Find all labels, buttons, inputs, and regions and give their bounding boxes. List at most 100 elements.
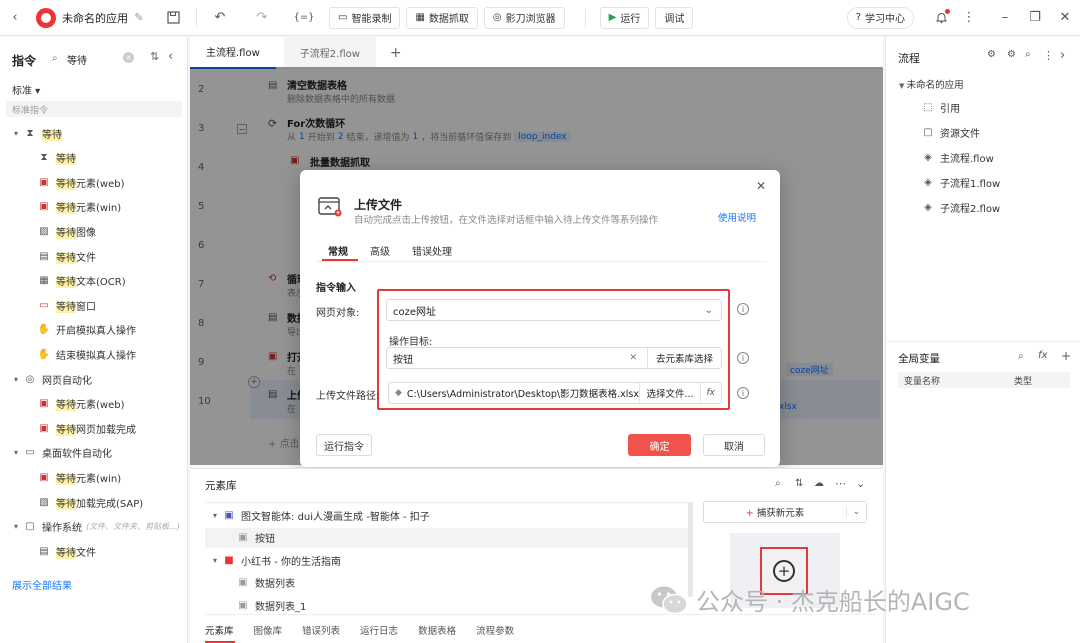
run-command-button[interactable]: 运行指令 xyxy=(316,434,372,456)
close-dialog-icon[interactable]: ✕ xyxy=(756,179,766,193)
info-icon[interactable]: i xyxy=(737,303,749,315)
tab-flow-params[interactable]: 流程参数 xyxy=(476,623,514,637)
sort-icon[interactable]: ⇅ xyxy=(150,50,159,63)
expand-caret-icon[interactable]: ▾ xyxy=(14,129,18,138)
collapse-panel-icon[interactable]: ‹ xyxy=(168,49,173,64)
redo-icon[interactable]: ↷ xyxy=(251,7,273,29)
more-icon[interactable]: ⋮ xyxy=(958,7,980,29)
expand-caret-icon[interactable]: ▾ xyxy=(14,522,18,531)
add-tab-icon[interactable]: + xyxy=(390,45,402,61)
command-item[interactable]: ▣ 等待元素(web) xyxy=(38,172,124,192)
command-item[interactable]: ▣ 等待元素(win) xyxy=(38,197,121,217)
capture-element-button[interactable]: + 捕获新元素 ⌄ xyxy=(703,501,867,523)
command-group[interactable]: ▾ ▭ 桌面软件自动化 xyxy=(14,443,112,463)
minimize-icon[interactable]: – xyxy=(994,7,1016,29)
command-item[interactable]: ▣ 等待网页加载完成 xyxy=(38,418,136,438)
chevron-down-icon[interactable]: ⌄ xyxy=(856,477,865,490)
expand-caret-icon[interactable]: ▾ xyxy=(213,511,217,520)
command-item[interactable]: ✋ 结束模拟真人操作 xyxy=(38,344,136,364)
confirm-button[interactable]: 确定 xyxy=(628,434,691,456)
add-flow-icon[interactable]: ⚙ xyxy=(987,49,996,60)
command-item[interactable]: ▭ 等待窗口 xyxy=(38,295,96,315)
debug-button[interactable]: 调试 xyxy=(655,6,694,29)
tab-main-flow[interactable]: 主流程.flow xyxy=(190,36,276,69)
fx-button[interactable]: fx xyxy=(699,383,722,403)
info-icon[interactable]: i xyxy=(737,352,749,364)
more-icon[interactable]: ⋮ xyxy=(1043,49,1054,62)
cancel-button[interactable]: 取消 xyxy=(703,434,765,456)
smart-record-button[interactable]: ▭ 智能录制 xyxy=(329,6,401,29)
variable-icon[interactable]: {=} xyxy=(293,7,315,29)
tab-image-library[interactable]: 图像库 xyxy=(254,623,283,637)
target-field[interactable]: 按钮 ✕ 去元素库选择 xyxy=(386,347,722,369)
select-from-library-button[interactable]: 去元素库选择 xyxy=(646,348,721,368)
command-item[interactable]: ▤ 等待文件 xyxy=(38,541,96,561)
close-window-icon[interactable]: ✕ xyxy=(1054,7,1076,29)
tab-subflow-2[interactable]: 子流程2.flow xyxy=(283,36,376,69)
tab-error-handling[interactable]: 错误处理 xyxy=(412,243,452,258)
command-item[interactable]: ▣ 等待元素(web) xyxy=(38,394,124,414)
flow-tree-item[interactable]: ⬚ 引用 xyxy=(922,97,960,117)
search-icon[interactable]: ⌕ xyxy=(775,478,781,489)
filter-dropdown[interactable]: 标准 ▾ xyxy=(12,82,40,97)
command-search-input[interactable]: 等待 xyxy=(67,52,87,67)
command-group[interactable]: ▾ ◎ 网页自动化 xyxy=(14,369,92,389)
tab-data-table[interactable]: 数据表格 xyxy=(418,623,456,637)
help-link[interactable]: 使用说明 xyxy=(718,210,756,224)
element-item[interactable]: ▣ 数据列表 xyxy=(205,573,688,593)
command-item[interactable]: ✋ 开启模拟真人操作 xyxy=(38,320,136,340)
element-item[interactable]: ▣ 数据列表_1 xyxy=(205,595,688,615)
tab-error-list[interactable]: 错误列表 xyxy=(302,623,340,637)
bell-icon[interactable] xyxy=(930,7,952,29)
command-group[interactable]: ▾ ⧗ 等待 xyxy=(14,123,63,143)
cloud-icon[interactable]: ☁ xyxy=(814,478,824,489)
maximize-icon[interactable]: ❐ xyxy=(1024,7,1046,29)
clear-target-icon[interactable]: ✕ xyxy=(629,353,637,363)
info-icon[interactable]: i xyxy=(737,387,749,399)
app-tree-root[interactable]: ▼ 未命名的应用 xyxy=(899,77,964,91)
expand-caret-icon[interactable]: ▾ xyxy=(14,448,18,457)
undo-icon[interactable]: ↶ xyxy=(209,7,231,29)
back-icon[interactable]: ‹ xyxy=(4,7,26,29)
more-icon[interactable]: ⋯ xyxy=(835,477,846,490)
element-group[interactable]: ▾ ■ 小红书 - 你的生活指南 xyxy=(205,550,688,570)
command-item[interactable]: ⧗ 等待 xyxy=(38,148,76,168)
save-icon[interactable] xyxy=(162,7,184,29)
element-group[interactable]: ▾ ▣ 图文智能体: dui人漫画生成 -智能体 - 扣子 xyxy=(205,505,688,525)
sort-icon[interactable]: ⇅ xyxy=(795,478,803,489)
learning-center-button[interactable]: ? 学习中心 xyxy=(846,6,914,29)
run-button[interactable]: ▶ 运行 xyxy=(599,6,650,29)
command-item[interactable]: ▤ 等待文件 xyxy=(38,246,96,266)
expand-caret-icon[interactable]: ▾ xyxy=(213,556,217,565)
fx-icon[interactable]: fx xyxy=(1038,350,1047,361)
search-icon[interactable]: ⌕ xyxy=(1025,49,1031,60)
chevron-down-icon[interactable]: ⌄ xyxy=(846,507,866,517)
search-icon[interactable]: ⌕ xyxy=(1018,351,1024,362)
command-item[interactable]: ▨ 等待图像 xyxy=(38,221,96,241)
command-item[interactable]: ▦ 等待文本(OCR) xyxy=(38,271,126,291)
flow-tree-item[interactable]: ◈ 主流程.flow xyxy=(922,147,994,167)
data-capture-button[interactable]: ▦ 数据抓取 xyxy=(406,6,478,29)
command-group[interactable]: ▾ ▢ 操作系统 (文件、文件夹、剪贴板...) xyxy=(14,517,180,537)
flow-settings-icon[interactable]: ⚙ xyxy=(1007,49,1016,60)
browser-button[interactable]: ◎ 影刀浏览器 xyxy=(483,6,565,29)
clear-search-icon[interactable]: ✕ xyxy=(123,52,134,63)
flow-tree-item[interactable]: ◈ 子流程1.flow xyxy=(922,172,1000,192)
element-item[interactable]: ▣ 按钮 xyxy=(205,527,688,548)
command-item[interactable]: ▧ 等待加载完成(SAP) xyxy=(38,492,143,512)
command-item[interactable]: ▣ 等待元素(win) xyxy=(38,467,121,487)
tab-advanced[interactable]: 高级 xyxy=(370,243,390,258)
tab-element-library[interactable]: 元素库 xyxy=(205,623,234,637)
edit-title-icon[interactable]: ✎ xyxy=(128,7,150,29)
flow-tree-item[interactable]: ▢ 资源文件 xyxy=(922,122,980,142)
flow-tree-item[interactable]: ◈ 子流程2.flow xyxy=(922,197,1000,217)
add-variable-icon[interactable]: + xyxy=(1061,349,1071,363)
tab-general[interactable]: 常规 xyxy=(328,243,348,258)
show-all-link[interactable]: 展示全部结果 xyxy=(12,577,72,592)
file-path-field[interactable]: ◆ C:\Users\Administrator\Desktop\影刀数据表格.… xyxy=(388,382,722,404)
tab-run-log[interactable]: 运行日志 xyxy=(360,623,398,637)
collapse-right-icon[interactable]: › xyxy=(1060,48,1065,63)
choose-file-button[interactable]: 选择文件... xyxy=(639,383,699,403)
page-object-select[interactable]: coze网址 ⌄ xyxy=(386,299,722,321)
expand-caret-icon[interactable]: ▾ xyxy=(14,375,18,384)
